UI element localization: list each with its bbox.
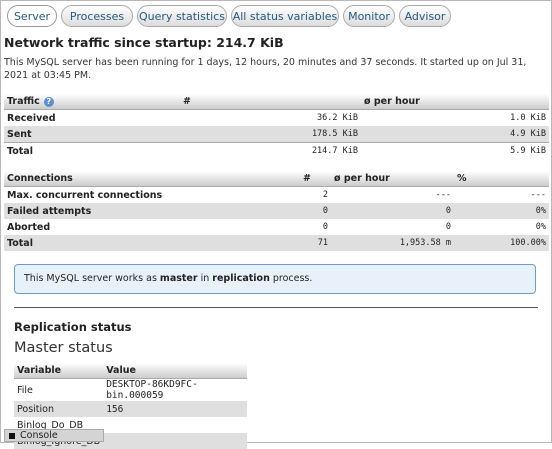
connections-table: Connections # ø per hour % Max. concurre… xyxy=(4,171,549,251)
connections-header: Connections xyxy=(4,171,300,187)
tab-advisor[interactable]: Advisor xyxy=(399,5,451,27)
row-label: Total xyxy=(4,142,180,159)
cell-per-hour: 5.9 KiB xyxy=(361,142,549,159)
traffic-per-hour-header: ø per hour xyxy=(361,94,549,110)
variable-header: Variable xyxy=(14,363,104,379)
variable-value: DESKTOP-86KD9FC-bin.000059 xyxy=(103,378,247,401)
cell-total: 214.7 KiB xyxy=(180,142,361,159)
cell-percent: 0% xyxy=(454,219,549,235)
role-text: master xyxy=(159,273,198,284)
tab-processes[interactable]: Processes xyxy=(61,5,133,27)
connections-per-hour-header: ø per hour xyxy=(331,171,454,187)
table-row: Position 156 xyxy=(14,401,247,417)
table-row: Failed attempts 0 0 0% xyxy=(4,203,549,219)
cell-per-hour: 4.9 KiB xyxy=(361,126,549,143)
row-label: Aborted xyxy=(4,219,300,235)
console-label: Console xyxy=(20,430,58,441)
cell-per-hour: 0 xyxy=(331,203,454,219)
traffic-table: Traffic? # ø per hour Received 36.2 KiB … xyxy=(4,94,549,159)
tab-all-status-variables[interactable]: All status variables xyxy=(231,5,339,27)
row-label: Received xyxy=(4,109,180,126)
cell-total: 178.5 KiB xyxy=(180,126,361,143)
tab-server[interactable]: Server xyxy=(7,5,57,27)
connections-count-header: # xyxy=(300,171,331,187)
table-row: Total 71 1,953.58 m 100.00% xyxy=(4,235,549,251)
process-text: replication xyxy=(212,273,270,284)
row-label: Total xyxy=(4,235,300,251)
connections-percent-header: % xyxy=(454,171,549,187)
cell-percent: 100.00% xyxy=(454,235,549,251)
cell-per-hour: 1.0 KiB xyxy=(361,109,549,126)
table-row: Aborted 0 0 0% xyxy=(4,219,549,235)
table-row: Received 36.2 KiB 1.0 KiB xyxy=(4,109,549,126)
variable-value xyxy=(103,417,247,433)
table-row: Sent 178.5 KiB 4.9 KiB xyxy=(4,126,549,143)
variable-name: Position xyxy=(14,401,104,417)
cell-total: 36.2 KiB xyxy=(180,109,361,126)
value-header: Value xyxy=(103,363,247,379)
server-uptime-text: This MySQL server has been running for 1… xyxy=(4,57,527,81)
table-row: File DESKTOP-86KD9FC-bin.000059 xyxy=(14,378,247,401)
table-row: Max. concurrent connections 2 --- --- xyxy=(4,186,549,203)
page-title: Network traffic since startup: 214.7 KiB xyxy=(4,35,284,50)
replication-notice: This MySQL server works as master in rep… xyxy=(14,264,536,294)
table-row: Total 214.7 KiB 5.9 KiB xyxy=(4,142,549,159)
traffic-total-header: # xyxy=(180,94,361,110)
variable-value: 156 xyxy=(103,401,247,417)
cell-count: 71 xyxy=(300,235,331,251)
cell-count: 0 xyxy=(300,203,331,219)
master-status-heading: Master status xyxy=(14,340,113,356)
traffic-header: Traffic? xyxy=(4,94,180,110)
row-label: Failed attempts xyxy=(4,203,300,219)
console-toggle[interactable]: Console xyxy=(4,429,104,442)
cell-per-hour: --- xyxy=(331,186,454,203)
cell-per-hour: 0 xyxy=(331,219,454,235)
divider xyxy=(14,307,538,308)
variable-value xyxy=(103,433,247,449)
replication-status-heading: Replication status xyxy=(14,320,132,334)
variable-name: File xyxy=(14,378,104,401)
console-icon xyxy=(9,432,15,439)
tab-query-statistics[interactable]: Query statistics xyxy=(137,5,227,27)
tab-monitor[interactable]: Monitor xyxy=(343,5,395,27)
help-icon[interactable]: ? xyxy=(43,96,54,107)
row-label: Max. concurrent connections xyxy=(4,186,300,203)
cell-per-hour: 1,953.58 m xyxy=(331,235,454,251)
cell-count: 0 xyxy=(300,219,331,235)
cell-percent: --- xyxy=(454,186,549,203)
cell-count: 2 xyxy=(300,186,331,203)
cell-percent: 0% xyxy=(454,203,549,219)
row-label: Sent xyxy=(4,126,180,143)
